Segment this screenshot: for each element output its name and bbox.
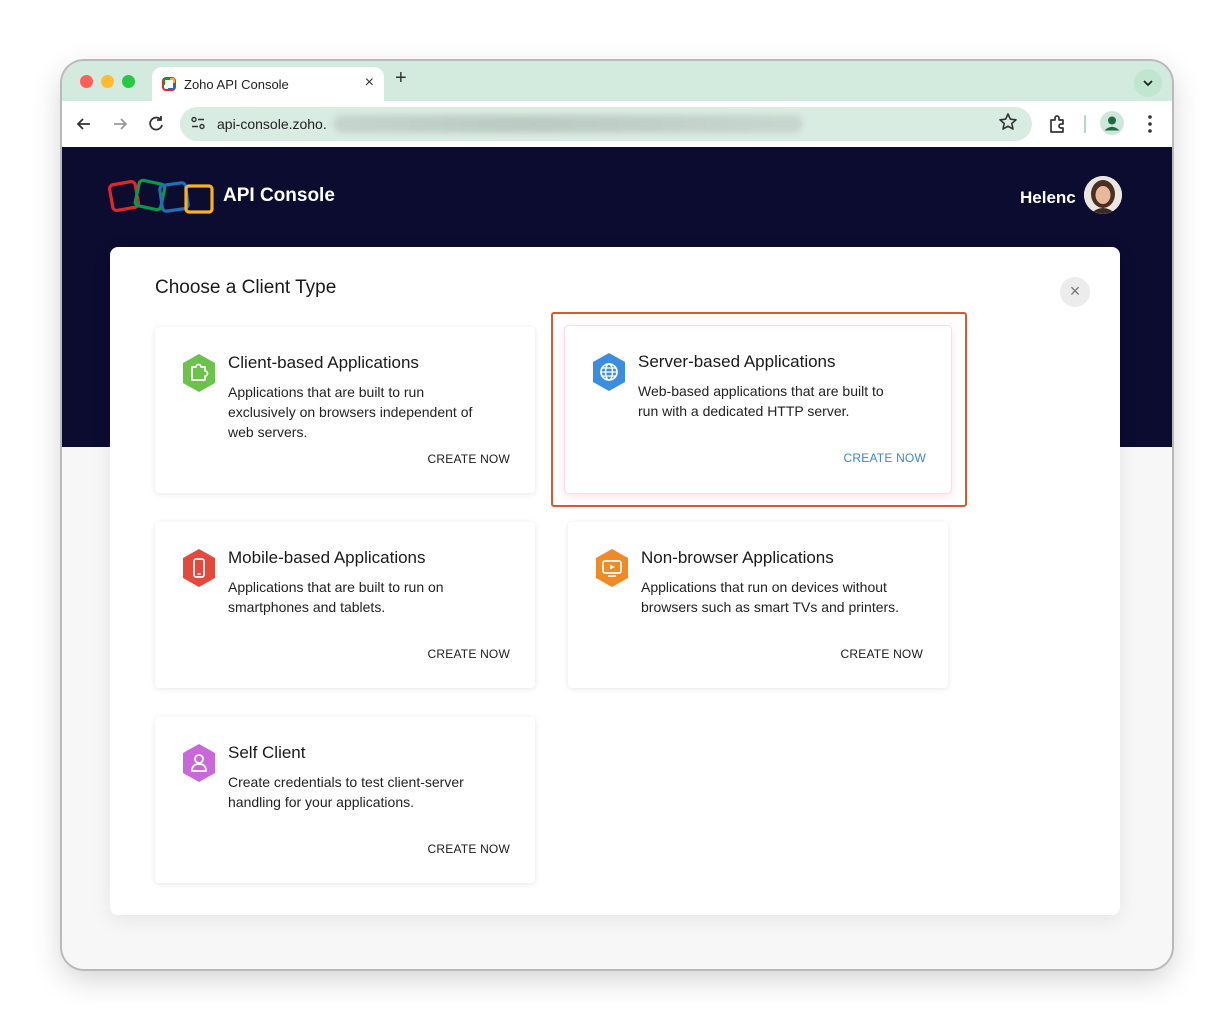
more-menu-icon[interactable] bbox=[1138, 113, 1162, 135]
card-self-client[interactable]: Self Client Create credentials to test c… bbox=[155, 717, 535, 883]
back-arrow-icon[interactable] bbox=[72, 114, 96, 134]
card-description: Applications that are built to run on sm… bbox=[228, 579, 444, 615]
browser-window: Zoho API Console × + api-console.zoho. A… bbox=[62, 61, 1172, 969]
maximize-window-button[interactable] bbox=[122, 75, 135, 88]
create-now-button[interactable]: CREATE NOW bbox=[844, 451, 926, 465]
card-client-based[interactable]: Client-based Applications Applications t… bbox=[155, 327, 535, 493]
globe-icon bbox=[593, 353, 625, 391]
card-description: Web-based applications that are built to… bbox=[638, 383, 884, 419]
app-title: API Console bbox=[223, 185, 335, 206]
card-title: Non-browser Applications bbox=[641, 548, 834, 567]
chevron-down-icon bbox=[1143, 80, 1153, 87]
card-title: Client-based Applications bbox=[228, 353, 419, 372]
close-window-button[interactable] bbox=[80, 75, 93, 88]
card-description: Create credentials to test client-server… bbox=[228, 774, 464, 810]
bookmark-star-icon[interactable] bbox=[998, 112, 1018, 132]
profile-icon bbox=[1104, 116, 1120, 131]
toolbar-divider bbox=[1084, 115, 1086, 133]
create-now-button[interactable]: CREATE NOW bbox=[841, 647, 923, 661]
create-now-button[interactable]: CREATE NOW bbox=[428, 842, 510, 856]
modal-title: Choose a Client Type bbox=[155, 277, 337, 298]
card-title: Mobile-based Applications bbox=[228, 548, 426, 567]
close-icon[interactable]: × bbox=[1060, 277, 1090, 307]
tab-title: Zoho API Console bbox=[184, 77, 289, 92]
browser-toolbar: api-console.zoho. bbox=[62, 101, 1172, 147]
profile-button[interactable] bbox=[1100, 111, 1124, 135]
reload-icon[interactable] bbox=[144, 114, 168, 134]
smartphone-icon bbox=[183, 549, 215, 587]
avatar[interactable] bbox=[1084, 176, 1122, 214]
extensions-icon[interactable] bbox=[1046, 113, 1070, 135]
card-description: Applications that run on devices without… bbox=[641, 579, 900, 615]
card-server-based[interactable]: Server-based Applications Web-based appl… bbox=[565, 326, 951, 493]
zoho-logo-icon bbox=[108, 178, 214, 214]
site-info-icon[interactable] bbox=[190, 115, 206, 131]
minimize-window-button[interactable] bbox=[101, 75, 114, 88]
new-tab-icon[interactable]: + bbox=[395, 67, 407, 90]
address-bar[interactable]: api-console.zoho. bbox=[180, 107, 1032, 141]
card-description: Applications that are built to run exclu… bbox=[228, 384, 473, 440]
user-icon bbox=[183, 744, 215, 782]
avatar-photo bbox=[1084, 176, 1122, 214]
user-name[interactable]: Helenc bbox=[1020, 188, 1076, 208]
browser-tab[interactable]: Zoho API Console × bbox=[152, 67, 384, 101]
tab-search-button[interactable] bbox=[1134, 69, 1162, 97]
tab-close-icon[interactable]: × bbox=[365, 74, 374, 92]
forward-arrow-icon[interactable] bbox=[108, 114, 132, 134]
api-console-page: API Console Helenc Choose a Client Type … bbox=[62, 147, 1172, 969]
url-text: api-console.zoho. bbox=[217, 116, 327, 132]
create-now-button[interactable]: CREATE NOW bbox=[428, 647, 510, 661]
client-type-modal: Choose a Client Type × Client-based Appl… bbox=[110, 247, 1120, 915]
create-now-button[interactable]: CREATE NOW bbox=[428, 452, 510, 466]
card-title: Self Client bbox=[228, 743, 306, 762]
card-mobile-based[interactable]: Mobile-based Applications Applications t… bbox=[155, 522, 535, 688]
card-title: Server-based Applications bbox=[638, 352, 836, 371]
zoho-favicon-icon bbox=[162, 77, 176, 91]
url-redacted bbox=[333, 115, 803, 133]
tv-icon bbox=[596, 549, 628, 587]
card-non-browser[interactable]: Non-browser Applications Applications th… bbox=[568, 522, 948, 688]
tab-strip: Zoho API Console × + bbox=[62, 61, 1172, 101]
puzzle-icon bbox=[183, 354, 215, 392]
